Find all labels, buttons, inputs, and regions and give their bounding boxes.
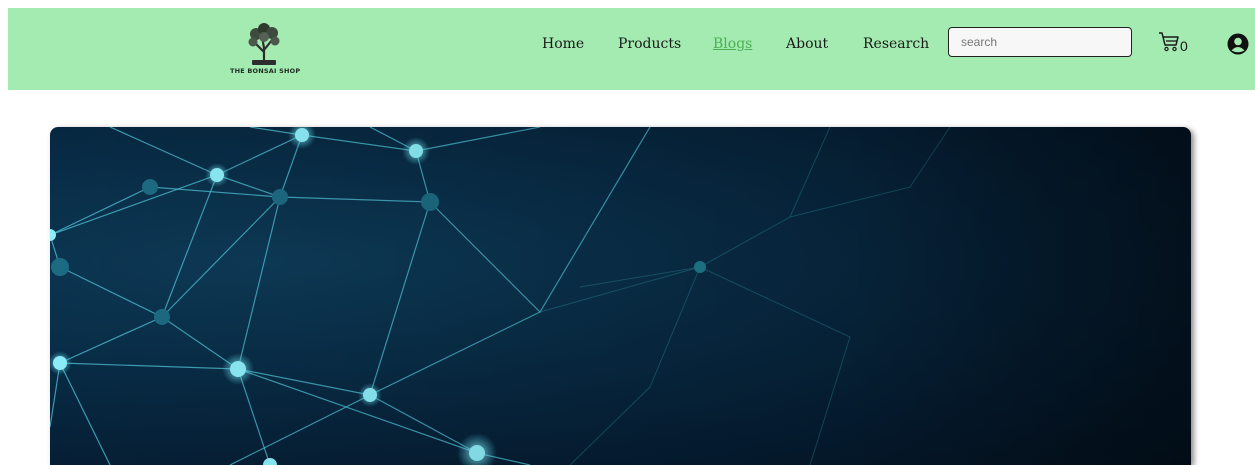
nav-link-blogs[interactable]: Blogs bbox=[713, 36, 752, 52]
nav-link-research[interactable]: Research bbox=[863, 36, 929, 52]
user-avatar-icon bbox=[1227, 33, 1249, 55]
navbar: THE BONSAI SHOP Home Products Blogs Abou… bbox=[8, 8, 1255, 90]
nav-link-home[interactable]: Home bbox=[542, 36, 584, 52]
logo[interactable]: THE BONSAI SHOP bbox=[230, 22, 301, 86]
network-nodes-illustration bbox=[50, 127, 1191, 465]
hero-banner bbox=[50, 127, 1191, 465]
nav-link-products[interactable]: Products bbox=[618, 36, 681, 52]
profile-button[interactable] bbox=[1227, 33, 1249, 55]
cart-icon bbox=[1159, 32, 1179, 52]
logo-text: THE BONSAI SHOP bbox=[230, 67, 301, 75]
cart-count: 0 bbox=[1180, 38, 1188, 54]
bonsai-tree-icon bbox=[248, 23, 280, 65]
cart-button[interactable]: 0 bbox=[1158, 31, 1188, 53]
search-input[interactable] bbox=[948, 27, 1132, 57]
nav-link-about[interactable]: About bbox=[786, 36, 828, 52]
